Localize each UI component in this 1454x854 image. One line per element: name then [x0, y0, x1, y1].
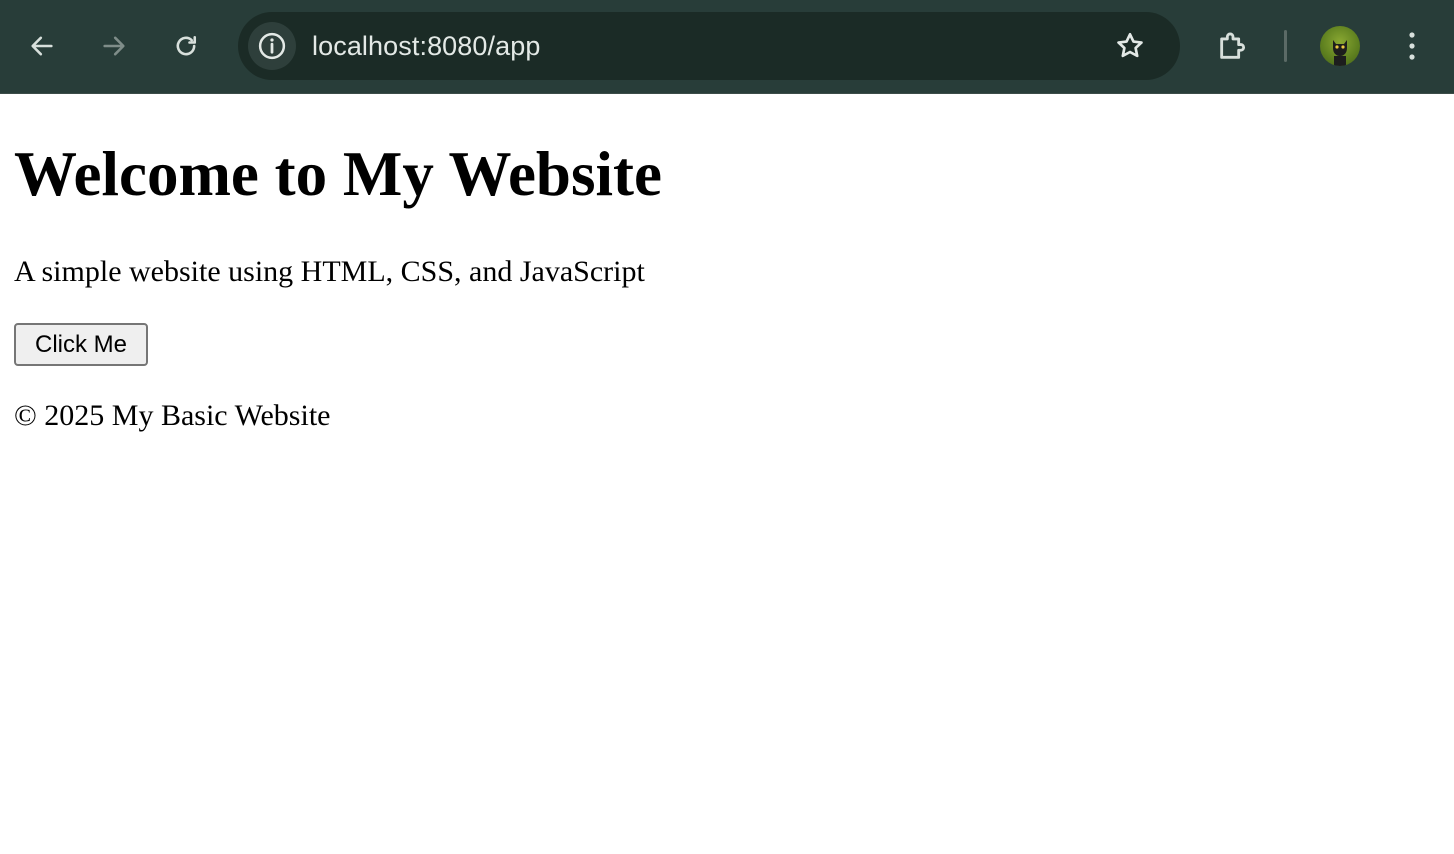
star-icon	[1117, 32, 1143, 58]
browser-menu-button[interactable]	[1392, 23, 1432, 69]
address-bar[interactable]: localhost:8080/app	[238, 12, 1180, 80]
arrow-left-icon	[31, 36, 53, 56]
site-info-button[interactable]	[248, 22, 296, 70]
bookmark-button[interactable]	[1110, 26, 1150, 66]
extensions-button[interactable]	[1210, 23, 1256, 69]
click-me-button[interactable]: Click Me	[14, 323, 148, 366]
back-button[interactable]	[19, 23, 65, 69]
kebab-menu-icon	[1409, 32, 1415, 60]
toolbar-divider	[1284, 30, 1287, 62]
profile-cat-icon	[1333, 40, 1347, 66]
page-title: Welcome to My Website	[14, 139, 662, 209]
url-text[interactable]: localhost:8080/app	[312, 12, 540, 80]
avatar[interactable]	[1320, 26, 1360, 66]
reload-button[interactable]	[163, 23, 209, 69]
reload-icon	[176, 35, 197, 56]
footer-text: © 2025 My Basic Website	[14, 399, 331, 432]
info-icon	[258, 32, 286, 60]
arrow-right-icon	[103, 36, 125, 56]
browser-toolbar: localhost:8080/app	[0, 0, 1454, 94]
page-subtitle: A simple website using HTML, CSS, and Ja…	[14, 255, 645, 288]
puzzle-icon	[1220, 32, 1245, 59]
forward-button[interactable]	[91, 23, 137, 69]
